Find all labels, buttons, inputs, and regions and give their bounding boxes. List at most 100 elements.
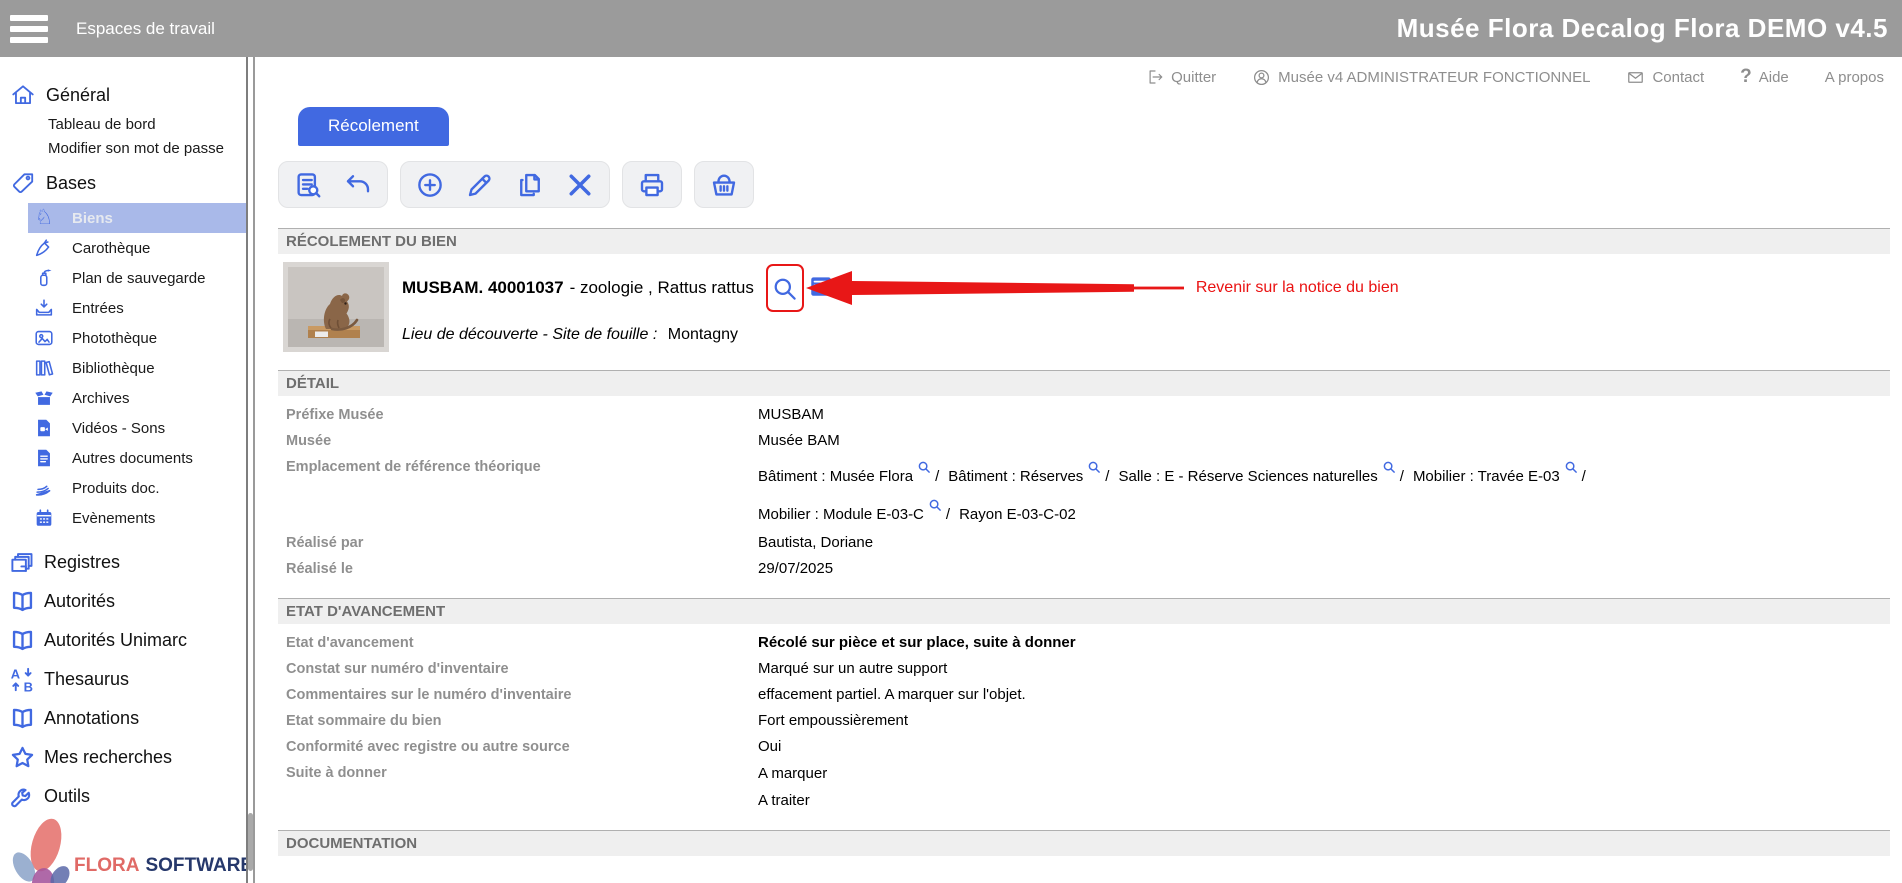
- delete-x-icon[interactable]: [565, 170, 595, 200]
- open-box-icon: [32, 386, 56, 410]
- sidebar-item-entrees[interactable]: Entrées: [0, 293, 246, 323]
- detail-block: Préfixe Musée MUSBAM Musée Musée BAM Emp…: [255, 396, 1902, 590]
- section-header-detail: DÉTAIL: [278, 370, 1890, 396]
- print-icon[interactable]: [637, 170, 667, 200]
- record-title-row: MUSBAM. 40001037 - zoologie , Rattus rat…: [402, 262, 1902, 314]
- sidebar-item-registres[interactable]: Registres: [0, 543, 246, 582]
- app-window: Espaces de travail Musée Flora Decalog F…: [0, 0, 1902, 883]
- etat-row-conformite: Conformité avec registre ou autre source…: [255, 734, 1902, 760]
- etat-row-commentaires: Commentaires sur le numéro d'inventaire …: [255, 682, 1902, 708]
- sidebar-section-bases[interactable]: Bases: [8, 167, 246, 199]
- sidebar-item-carotheque[interactable]: Carothèque: [0, 233, 246, 263]
- logout-icon: [1146, 68, 1164, 86]
- open-notice-button[interactable]: [766, 264, 804, 312]
- rat-specimen-image: [288, 267, 384, 347]
- sidebar-item-annotations[interactable]: Annotations: [0, 699, 246, 738]
- envelope-icon: [1626, 68, 1645, 87]
- toolbar: [278, 161, 1902, 208]
- sidebar-item-autres-documents[interactable]: Autres documents: [0, 443, 246, 473]
- workspace-label[interactable]: Espaces de travail: [76, 19, 215, 39]
- quitter-button[interactable]: Quitter: [1146, 68, 1216, 86]
- annotation-arrow: [804, 268, 1186, 308]
- flora-software-logo: FLORA SOFTWARE: [6, 807, 246, 883]
- sidebar-item-videos-sons[interactable]: Vidéos - Sons: [0, 413, 246, 443]
- etat-row-suite-a-donner: Suite à donner A marquer A traiter: [255, 760, 1902, 814]
- sidebar-item-mes-recherches[interactable]: Mes recherches: [0, 738, 246, 777]
- lookup-icon[interactable]: [1565, 454, 1578, 485]
- etat-row-avancement: Etat d'avancement Récolé sur pièce et su…: [255, 630, 1902, 656]
- inbox-arrow-icon: [32, 296, 56, 320]
- section-header-documentation: DOCUMENTATION: [278, 830, 1890, 856]
- sidebar-item-evenements[interactable]: Evènements: [0, 503, 246, 533]
- item-thumbnail[interactable]: [283, 262, 389, 352]
- core-sample-icon: [32, 236, 56, 260]
- tab-recolement[interactable]: Récolement: [298, 107, 449, 146]
- flora-petals-icon: [6, 807, 72, 883]
- user-menu[interactable]: Musée v4 ADMINISTRATEUR FONCTIONNEL: [1252, 68, 1590, 87]
- edit-pencil-icon[interactable]: [465, 170, 495, 200]
- translate-icon: AB: [6, 665, 38, 695]
- toolbar-group-edit: [400, 161, 610, 208]
- discovery-label: Lieu de découverte - Site de fouille :: [402, 326, 657, 343]
- sidebar-item-plan-de-sauvegarde[interactable]: Plan de sauvegarde: [0, 263, 246, 293]
- toolbar-group-search: [278, 161, 388, 208]
- etat-row-etat-sommaire: Etat sommaire du bien Fort empoussièreme…: [255, 708, 1902, 734]
- magnifier-icon: [771, 275, 798, 302]
- sidebar-item-autorites-unimarc[interactable]: Autorités Unimarc: [0, 621, 246, 660]
- etat-row-constat: Constat sur numéro d'inventaire Marqué s…: [255, 656, 1902, 682]
- chess-knight-icon: ♘: [32, 206, 56, 230]
- main-content: Quitter Musée v4 ADMINISTRATEUR FONCTION…: [255, 57, 1902, 883]
- emplacement-line-1: Bâtiment : Musée Flora/Bâtiment : Réserv…: [758, 454, 1595, 492]
- lookup-icon[interactable]: [929, 492, 942, 523]
- menu-icon[interactable]: [10, 15, 48, 43]
- contact-button[interactable]: Contact: [1626, 68, 1704, 87]
- undo-icon[interactable]: [343, 170, 373, 200]
- sidebar-item-biens[interactable]: ♘ Biens: [28, 203, 246, 233]
- sidebar-item-phototheque[interactable]: Photothèque: [0, 323, 246, 353]
- annotation-text: Revenir sur la notice du bien: [1196, 279, 1399, 297]
- lookup-icon[interactable]: [1383, 454, 1396, 485]
- sidebar-item-autorites[interactable]: Autorités: [0, 582, 246, 621]
- app-title: Musée Flora Decalog Flora DEMO v4.5: [1397, 13, 1888, 44]
- lookup-icon[interactable]: [1088, 454, 1101, 485]
- sidebar-section-label: Bases: [46, 173, 96, 194]
- svg-text:A: A: [10, 666, 19, 681]
- sidebar-scrollbar-thumb[interactable]: [248, 813, 253, 871]
- item-description: - zoologie , Rattus rattus: [570, 278, 754, 298]
- record-summary: MUSBAM. 40001037 - zoologie , Rattus rat…: [255, 254, 1902, 362]
- sidebar-section-label: Général: [46, 85, 110, 106]
- sidebar-item-thesaurus[interactable]: AB Thesaurus: [0, 660, 246, 699]
- open-book-icon: [6, 704, 38, 734]
- lookup-icon[interactable]: [918, 454, 931, 485]
- etat-block: Etat d'avancement Récolé sur pièce et su…: [255, 624, 1902, 822]
- detail-row-realise-par: Réalisé par Bautista, Doriane: [255, 530, 1902, 556]
- logo-text-software: SOFTWARE: [145, 855, 246, 876]
- fire-extinguisher-icon: [32, 266, 56, 290]
- toolbar-group-print: [622, 161, 682, 208]
- list-search-icon[interactable]: [293, 170, 323, 200]
- aide-button[interactable]: ? Aide: [1740, 66, 1789, 88]
- user-icon: [1252, 68, 1271, 87]
- sidebar-splitter[interactable]: [246, 57, 255, 883]
- sidebar-item-tableau-de-bord[interactable]: Tableau de bord: [0, 113, 246, 137]
- discovery-row: Lieu de découverte - Site de fouille : M…: [402, 326, 1902, 344]
- sidebar-item-produits-doc[interactable]: Produits doc.: [0, 473, 246, 503]
- open-book-icon: [6, 626, 38, 656]
- item-number: MUSBAM. 40001037: [402, 278, 564, 298]
- paper-stack-icon: [32, 476, 56, 500]
- detail-row-musee: Musée Musée BAM: [255, 428, 1902, 454]
- emplacement-line-2: Mobilier : Module E-03-C/Rayon E-03-C-02: [758, 492, 1595, 530]
- sidebar-item-archives[interactable]: Archives: [0, 383, 246, 413]
- basket-icon[interactable]: [709, 170, 739, 200]
- discovery-value: Montagny: [668, 326, 738, 343]
- sidebar-item-bibliotheque[interactable]: Bibliothèque: [0, 353, 246, 383]
- a-propos-button[interactable]: A propos: [1825, 69, 1884, 86]
- sidebar: Général Tableau de bord Modifier son mot…: [0, 57, 246, 883]
- star-icon: [6, 743, 38, 773]
- logo-text-flora: FLORA: [74, 855, 139, 876]
- copy-icon[interactable]: [515, 170, 545, 200]
- add-circle-icon[interactable]: [415, 170, 445, 200]
- open-book-icon: [6, 587, 38, 617]
- sidebar-section-general[interactable]: Général: [8, 79, 246, 111]
- sidebar-item-modifier-mot-de-passe[interactable]: Modifier son mot de passe: [0, 137, 246, 161]
